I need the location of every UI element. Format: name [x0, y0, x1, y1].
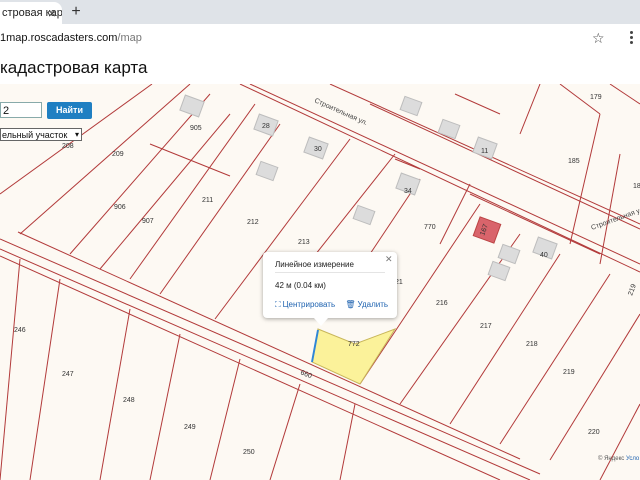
plot-number: 213	[298, 239, 310, 246]
url-text[interactable]: 1map.roscadasters.com/map	[0, 32, 142, 44]
popup-pointer	[314, 318, 328, 326]
plot-number: 34	[404, 188, 412, 195]
plot-number: 179	[590, 94, 602, 101]
url-host: 1map.roscadasters.com	[0, 32, 118, 44]
plot-number: 217	[480, 323, 492, 330]
plot-number: 216	[436, 300, 448, 307]
plot-number: 219	[563, 369, 575, 376]
terms-link[interactable]: Усло	[626, 456, 639, 462]
plot-number: 247	[62, 371, 74, 378]
plot-number: 660	[299, 369, 313, 380]
plot-number: 905	[190, 125, 202, 132]
map-attribution: © Яндекс Усло	[598, 456, 639, 462]
plot-number: 208	[62, 143, 74, 150]
attribution-text: © Яндекс	[598, 456, 625, 462]
delete-button[interactable]: 🗑 Удалить	[345, 300, 388, 309]
object-type-select[interactable]: ельный участок ▾	[0, 128, 82, 141]
plot-number: 770	[424, 224, 436, 231]
plot-number: 11	[481, 148, 488, 155]
close-icon[interactable]: ✕	[385, 255, 394, 264]
measurement-value: 42 м (0.04 км)	[275, 281, 326, 290]
plot-number: 249	[184, 424, 196, 431]
kebab-menu-icon[interactable]	[622, 30, 640, 46]
plot-number: 28	[262, 123, 270, 130]
plus-icon[interactable]: +	[66, 2, 86, 22]
center-button[interactable]: ⛶ Центрировать	[275, 300, 335, 310]
cadastral-search-input[interactable]: 2	[0, 102, 42, 118]
popup-title: Линейное измерение	[275, 260, 354, 269]
page-header: кадастровая карта	[0, 54, 640, 84]
plot-number: 907	[142, 218, 154, 225]
close-tab-icon[interactable]: ×	[44, 4, 60, 22]
star-icon[interactable]: ☆	[592, 30, 608, 46]
cadastral-map[interactable]: 905 28 30 208 209 906 907 211 212 213 34…	[0, 84, 640, 480]
popup-divider	[275, 272, 385, 273]
selected-plot-772[interactable]	[311, 328, 397, 385]
delete-label: Удалить	[357, 300, 389, 309]
plot-number: 219	[627, 283, 638, 296]
plot-number: 211	[202, 197, 213, 204]
popup-actions: ⛶ Центрировать 🗑 Удалить	[275, 300, 388, 310]
plot-number: 40	[540, 252, 548, 259]
plot-number: 906	[114, 204, 126, 211]
search-button[interactable]: Найти	[47, 102, 92, 119]
browser-tab-bar: стровая карта × +	[0, 0, 640, 24]
measurement-popup: ✕ Линейное измерение 42 м (0.04 км) ⛶ Цен…	[263, 252, 397, 326]
plot-number: 212	[247, 219, 259, 226]
address-bar[interactable]: 1map.roscadasters.com/map ☆	[0, 24, 640, 55]
plot-number: 250	[243, 449, 255, 456]
center-icon: ⛶	[275, 300, 281, 309]
trash-icon: 🗑	[345, 300, 356, 309]
plot-number: 18	[633, 183, 640, 190]
plot-number: 246	[14, 327, 26, 334]
plot-number: 220	[588, 429, 600, 436]
browser-tab[interactable]: стровая карта ×	[0, 2, 62, 24]
plot-number: 30	[314, 146, 322, 153]
object-type-value: ельный участок	[2, 130, 68, 140]
plot-number: 209	[112, 151, 124, 158]
page-title: кадастровая карта	[0, 58, 148, 77]
plot-number: 772	[348, 341, 360, 348]
plot-number: 248	[123, 397, 135, 404]
plot-number: 185	[568, 158, 580, 165]
plot-number: 218	[526, 341, 538, 348]
url-path: /map	[117, 32, 142, 44]
center-label: Центрировать	[282, 300, 336, 309]
chevron-down-icon: ▾	[74, 130, 79, 139]
